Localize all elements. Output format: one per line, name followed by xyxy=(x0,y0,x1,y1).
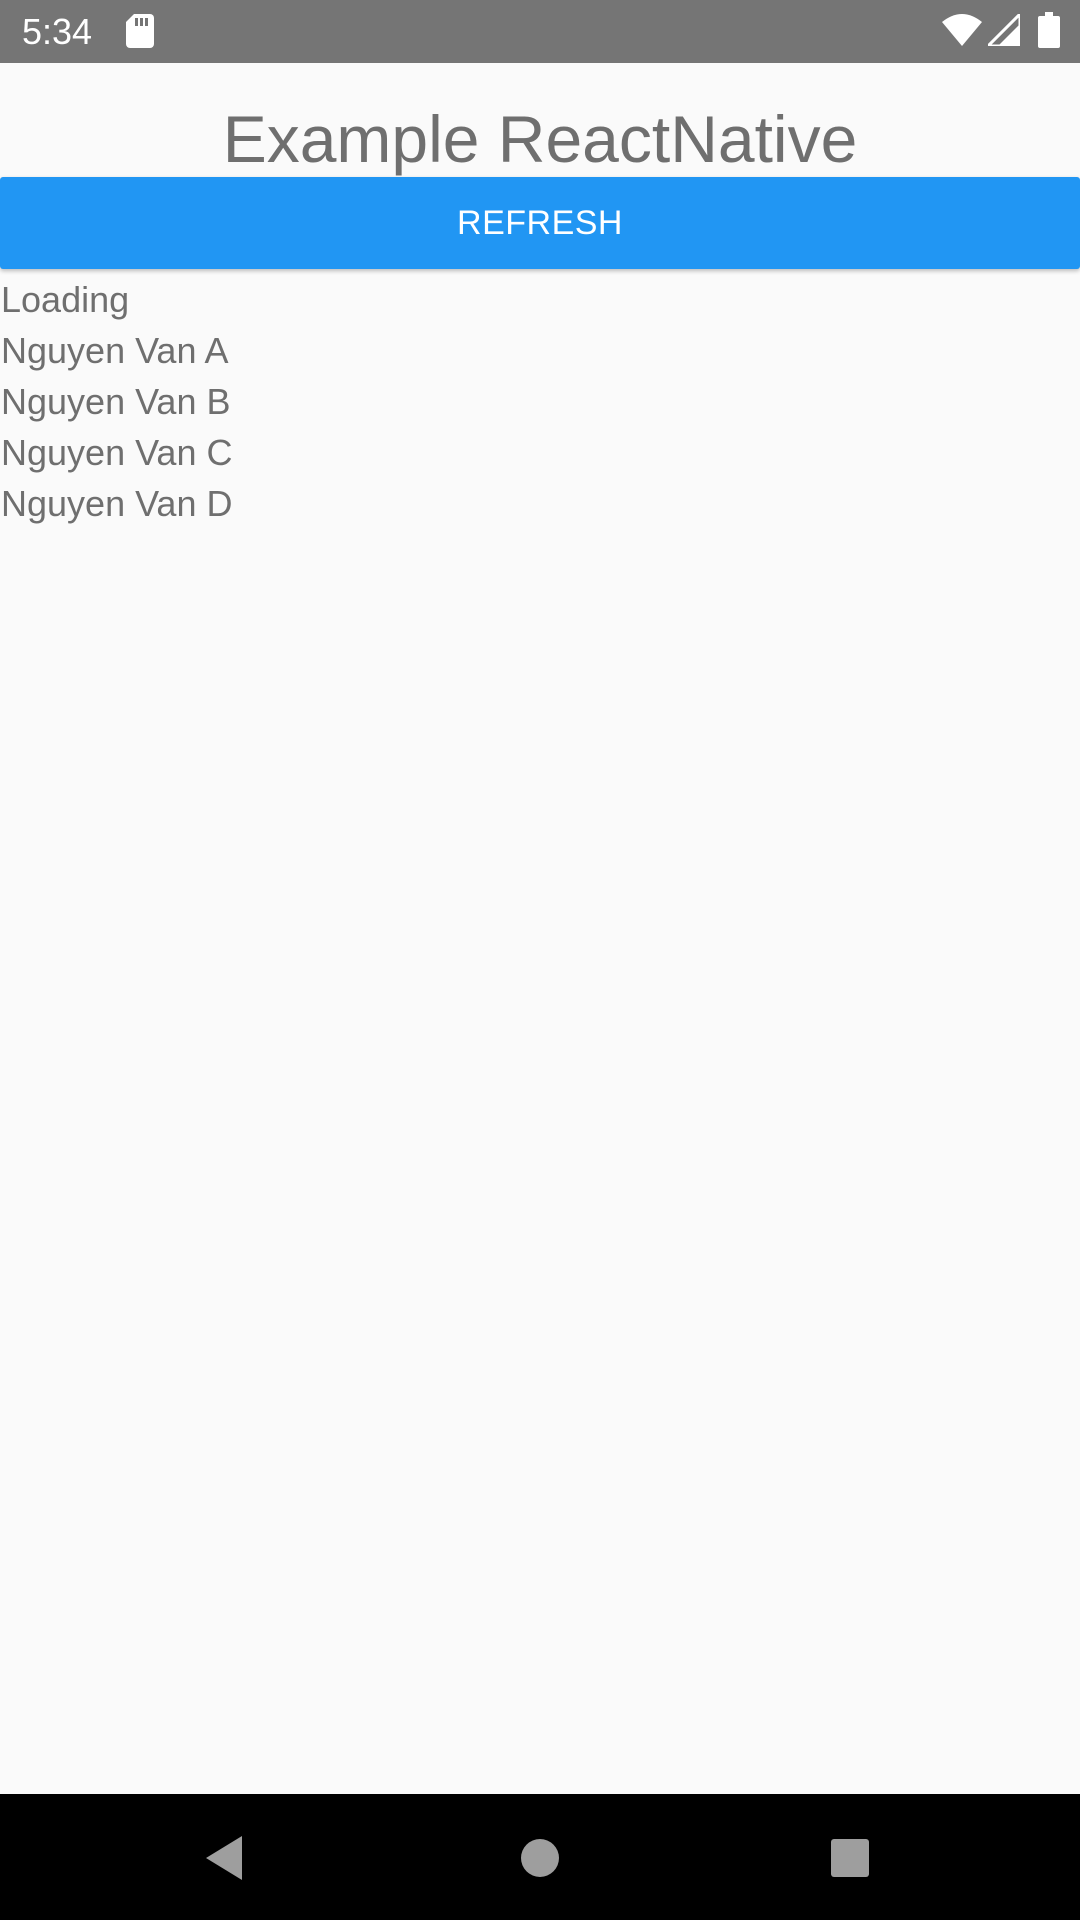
list-item: Nguyen Van C xyxy=(1,432,233,473)
battery-icon xyxy=(1038,12,1060,48)
page-title: Example ReactNative xyxy=(222,102,858,176)
recents-icon[interactable] xyxy=(810,1818,890,1898)
list-item: Nguyen Van B xyxy=(1,381,231,422)
home-icon[interactable] xyxy=(500,1818,580,1898)
cell-signal-icon xyxy=(988,14,1020,46)
status-time: 5:34 xyxy=(22,11,93,52)
name-list: Loading Nguyen Van A Nguyen Van B Nguyen… xyxy=(0,274,1080,529)
back-icon[interactable] xyxy=(186,1818,266,1898)
refresh-button[interactable]: REFRESH xyxy=(0,177,1080,269)
wifi-icon xyxy=(942,14,982,46)
list-item: Nguyen Van A xyxy=(1,330,229,371)
status-bar: 5:34 xyxy=(0,0,1080,63)
list-item: Nguyen Van D xyxy=(1,483,233,524)
app-content: Example ReactNative REFRESH Loading Nguy… xyxy=(0,63,1080,1794)
navigation-bar xyxy=(0,1794,1080,1920)
sd-card-icon xyxy=(126,14,154,48)
list-item: Loading xyxy=(1,279,130,320)
